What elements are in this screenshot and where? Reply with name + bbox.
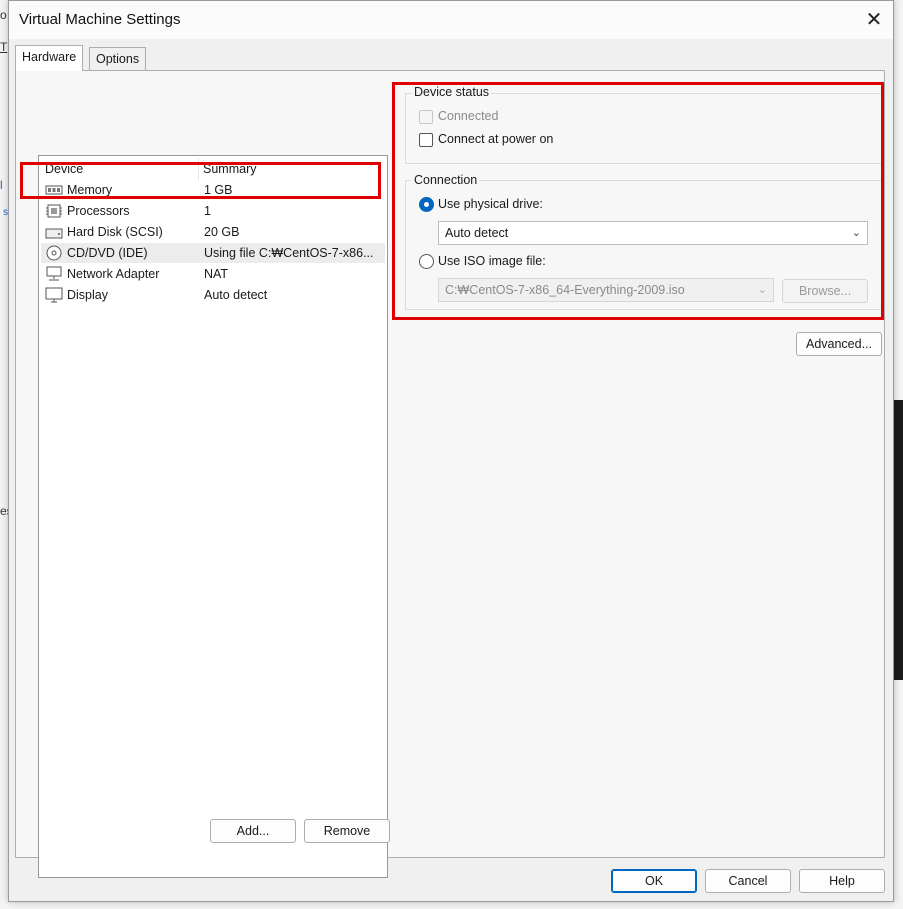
device-name: Display [67,288,108,302]
title-bar: Virtual Machine Settings ✕ [9,1,893,39]
virtual-machine-settings-dialog: Virtual Machine Settings ✕ Hardware Opti… [8,0,894,902]
browse-button[interactable]: Browse... [782,279,868,303]
cancel-button[interactable]: Cancel [705,869,791,893]
advanced-button[interactable]: Advanced... [796,332,882,356]
column-header-summary[interactable]: Summary [203,158,256,180]
connection-title: Connection [412,173,480,187]
device-row-display[interactable]: Display Auto detect [41,285,385,305]
use-iso-image-label: Use ISO image file: [438,254,546,268]
device-summary: 1 [204,204,211,218]
physical-drive-select[interactable]: Auto detect ⌄ [438,221,868,245]
device-summary: NAT [204,267,229,281]
add-button[interactable]: Add... [210,819,296,843]
processor-icon [46,204,62,218]
device-row-cd-dvd[interactable]: CD/DVD (IDE) Using file C:₩CentOS-7-x86.… [41,243,385,263]
help-button[interactable]: Help [799,869,885,893]
physical-drive-value: Auto detect [445,226,509,240]
device-status-group [405,93,883,164]
device-row-network-adapter[interactable]: Network Adapter NAT [41,264,385,284]
iso-image-path-value: C:₩CentOS-7-x86_64-Everything-2009.iso [445,283,685,297]
remove-button[interactable]: Remove [304,819,390,843]
use-iso-image-radio[interactable] [419,254,434,269]
device-summary: 1 GB [204,183,233,197]
hard-disk-icon [45,228,63,239]
device-row-hard-disk[interactable]: Hard Disk (SCSI) 20 GB [41,222,385,242]
device-summary: Auto detect [204,288,268,302]
background-text-fragment: l [0,178,3,192]
tab-options[interactable]: Options [89,47,147,70]
ok-button[interactable]: OK [611,869,697,893]
device-name: Hard Disk (SCSI) [67,225,163,239]
use-physical-drive-label: Use physical drive: [438,197,543,211]
close-icon[interactable]: ✕ [861,7,887,33]
device-list: Device Summary Memory 1 GB Processors 1 [38,155,388,878]
cd-dvd-icon [46,245,62,261]
network-adapter-icon [46,266,62,281]
background-dark-strip [893,400,903,680]
memory-icon [45,185,63,195]
device-name: CD/DVD (IDE) [67,246,148,260]
device-status-title: Device status [412,85,492,99]
background-text-fragment: o [0,8,7,22]
connect-at-power-on-label: Connect at power on [438,132,554,146]
background-text-fragment: T [0,40,8,54]
device-row-processors[interactable]: Processors 1 [41,201,385,221]
column-header-device[interactable]: Device [45,158,83,180]
chevron-down-icon: ⌄ [757,284,767,296]
device-row-memory[interactable]: Memory 1 GB [41,180,385,200]
window-title: Virtual Machine Settings [19,11,181,28]
device-summary: 20 GB [204,225,240,239]
device-summary: Using file C:₩CentOS-7-x86... [204,246,374,260]
tab-panel: Device Summary Memory 1 GB Processors 1 [15,70,885,878]
connected-checkbox[interactable] [419,110,433,124]
chevron-down-icon: ⌄ [851,227,861,239]
tab-hardware[interactable]: Hardware [15,45,84,71]
use-physical-drive-radio[interactable] [419,197,434,212]
iso-image-path-select[interactable]: C:₩CentOS-7-x86_64-Everything-2009.iso ⌄ [438,278,774,302]
device-name: Memory [67,183,113,197]
device-name: Processors [67,204,130,218]
column-divider [198,158,199,180]
device-name: Network Adapter [67,267,160,281]
display-icon [45,287,63,303]
connected-label: Connected [438,109,499,123]
connect-at-power-on-checkbox[interactable] [419,133,433,147]
